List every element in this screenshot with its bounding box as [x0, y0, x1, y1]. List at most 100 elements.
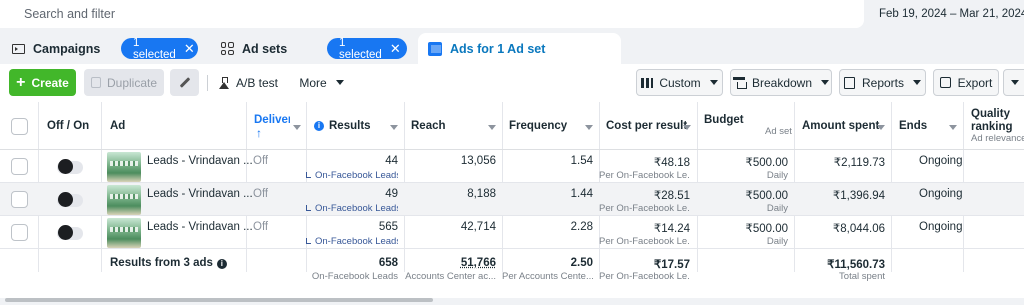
delivery-status: Off [253, 155, 269, 167]
horizontal-scrollbar[interactable] [5, 298, 433, 302]
select-all-checkbox[interactable] [11, 102, 28, 150]
info-icon: i [314, 121, 324, 131]
cost-per-result-type: Per On-Facebook Le... [599, 236, 690, 247]
table-row[interactable]: Leads - Vrindavan ... Off 565 On-Faceboo… [0, 216, 1024, 249]
row-checkbox[interactable] [11, 158, 28, 175]
column-label: Results [329, 120, 371, 132]
total-amount-spent: ₹11,560.73 [827, 259, 885, 271]
create-button[interactable]: + Create [9, 69, 76, 96]
plus-icon: + [16, 73, 26, 91]
close-icon[interactable]: ✕ [390, 42, 401, 55]
duplicate-button[interactable]: Duplicate [84, 69, 164, 96]
caret-down-icon [709, 80, 718, 85]
hook-icon [306, 205, 311, 211]
ad-name-link[interactable]: Leads - Vrindavan ... [147, 221, 253, 233]
amount-spent-value: ₹2,119.73 [833, 157, 885, 169]
ad-name-link[interactable]: Leads - Vrindavan ... [147, 155, 253, 167]
row-checkbox[interactable] [11, 224, 28, 241]
column-label: Delivery [254, 114, 290, 126]
tab-ad-sets[interactable]: Ad sets 1 selected ✕ [208, 33, 413, 64]
ab-test-button[interactable]: A/B test [211, 69, 286, 96]
frequency-value: 2.28 [570, 221, 593, 233]
sort-caret-icon [585, 125, 593, 130]
table-header: Off / On Ad Delivery ↑ i Results Reach F… [0, 102, 1024, 150]
column-reach[interactable]: Reach [411, 102, 446, 150]
ad-icon [428, 41, 442, 56]
total-results-type: On-Facebook Leads [311, 271, 398, 282]
tab-label: Ads for 1 Ad set [450, 41, 546, 56]
reach-value: 13,056 [460, 155, 496, 167]
ad-thumbnail[interactable] [107, 218, 141, 248]
sort-caret-icon [683, 125, 691, 130]
cost-per-result-type: Per On-Facebook Le... [599, 203, 690, 214]
caret-down-icon [821, 80, 830, 85]
tab-campaigns[interactable]: Campaigns 1 selected ✕ [0, 33, 205, 64]
total-amount-spent-type: Total spent [839, 271, 885, 282]
amount-spent-value: ₹8,044.06 [832, 223, 885, 235]
date-range-picker[interactable]: Feb 19, 2024 – Mar 21, 2024 [868, 0, 1024, 28]
hook-icon [306, 238, 311, 244]
budget-value: ₹500.00 [745, 223, 789, 235]
column-results[interactable]: i Results [314, 102, 371, 150]
tab-ads[interactable]: Ads for 1 Ad set [418, 33, 621, 64]
close-icon[interactable]: ✕ [184, 42, 195, 55]
column-budget[interactable]: Budget [704, 102, 744, 150]
column-ends[interactable]: Ends [899, 102, 927, 150]
ad-toggle[interactable] [57, 192, 83, 207]
export-menu-button[interactable] [1003, 69, 1024, 96]
export-label: Export [957, 75, 993, 90]
results-type-label: On-Facebook Leads [315, 203, 398, 214]
sort-caret-icon [293, 125, 301, 130]
breakdown-button[interactable]: Breakdown [730, 69, 832, 96]
grid-icon [220, 42, 234, 55]
column-frequency[interactable]: Frequency [509, 102, 567, 150]
create-label: Create [31, 75, 69, 90]
more-button[interactable]: More [290, 69, 353, 96]
selection-pill[interactable]: 1 selected ✕ [121, 37, 198, 61]
budget-type: Daily [766, 236, 788, 247]
reports-button[interactable]: Reports [839, 69, 926, 96]
reach-value: 42,714 [460, 221, 496, 233]
ad-thumbnail[interactable] [107, 152, 141, 182]
info-icon[interactable]: i [216, 259, 227, 269]
sort-caret-icon [390, 125, 398, 130]
totals-label-text: Results from 3 ads [110, 257, 213, 269]
total-frequency-type: Per Accounts Cente... [502, 271, 593, 282]
cost-per-result-type: Per On-Facebook Le... [599, 170, 690, 181]
flask-icon [218, 76, 229, 89]
cost-per-result-value: ₹14.24 [653, 223, 690, 235]
selection-pill[interactable]: 1 selected ✕ [327, 37, 407, 61]
total-reach-type: Accounts Center ac... [405, 271, 496, 282]
results-value: 565 [378, 221, 398, 233]
total-cost-per-result-type: Per On-Facebook Le... [599, 271, 690, 282]
ad-toggle[interactable] [57, 159, 83, 174]
hook-icon [306, 172, 311, 178]
frequency-value: 1.44 [570, 188, 593, 200]
columns-icon [641, 77, 654, 88]
ad-name-link[interactable]: Leads - Vrindavan ... [147, 188, 253, 200]
amount-spent-value: ₹1,396.94 [832, 190, 885, 202]
ad-thumbnail[interactable] [107, 185, 141, 215]
date-range-label: Feb 19, 2024 – Mar 21, 2024 [879, 8, 1024, 20]
budget-value: ₹500.00 [745, 157, 789, 169]
column-off-on[interactable]: Off / On [47, 102, 89, 150]
pencil-icon [179, 77, 190, 88]
total-reach[interactable]: 51,766 [404, 257, 496, 269]
caret-down-icon [335, 80, 344, 85]
column-cost-per-result[interactable]: Cost per result [606, 102, 687, 150]
ad-toggle[interactable] [57, 225, 83, 240]
custom-columns-button[interactable]: Custom [636, 69, 723, 96]
column-amount-spent[interactable]: Amount spent [802, 102, 879, 150]
column-ad[interactable]: Ad [110, 102, 125, 150]
table-row[interactable]: Leads - Vrindavan ... Off 49 On-Facebook… [0, 183, 1024, 216]
duplicate-icon [90, 77, 101, 88]
table-row[interactable]: Leads - Vrindavan ... Off 44 On-Facebook… [0, 150, 1024, 183]
tab-label: Campaigns [33, 41, 101, 56]
row-checkbox[interactable] [11, 191, 28, 208]
ends-value: Ongoing [919, 188, 963, 200]
totals-row: Results from 3 ads i 658 On-Facebook Lead… [0, 249, 1024, 286]
export-button[interactable]: Export [933, 69, 999, 96]
folder-icon [11, 42, 25, 55]
search-input[interactable]: Search and filter [0, 0, 864, 28]
edit-button[interactable] [170, 69, 199, 96]
